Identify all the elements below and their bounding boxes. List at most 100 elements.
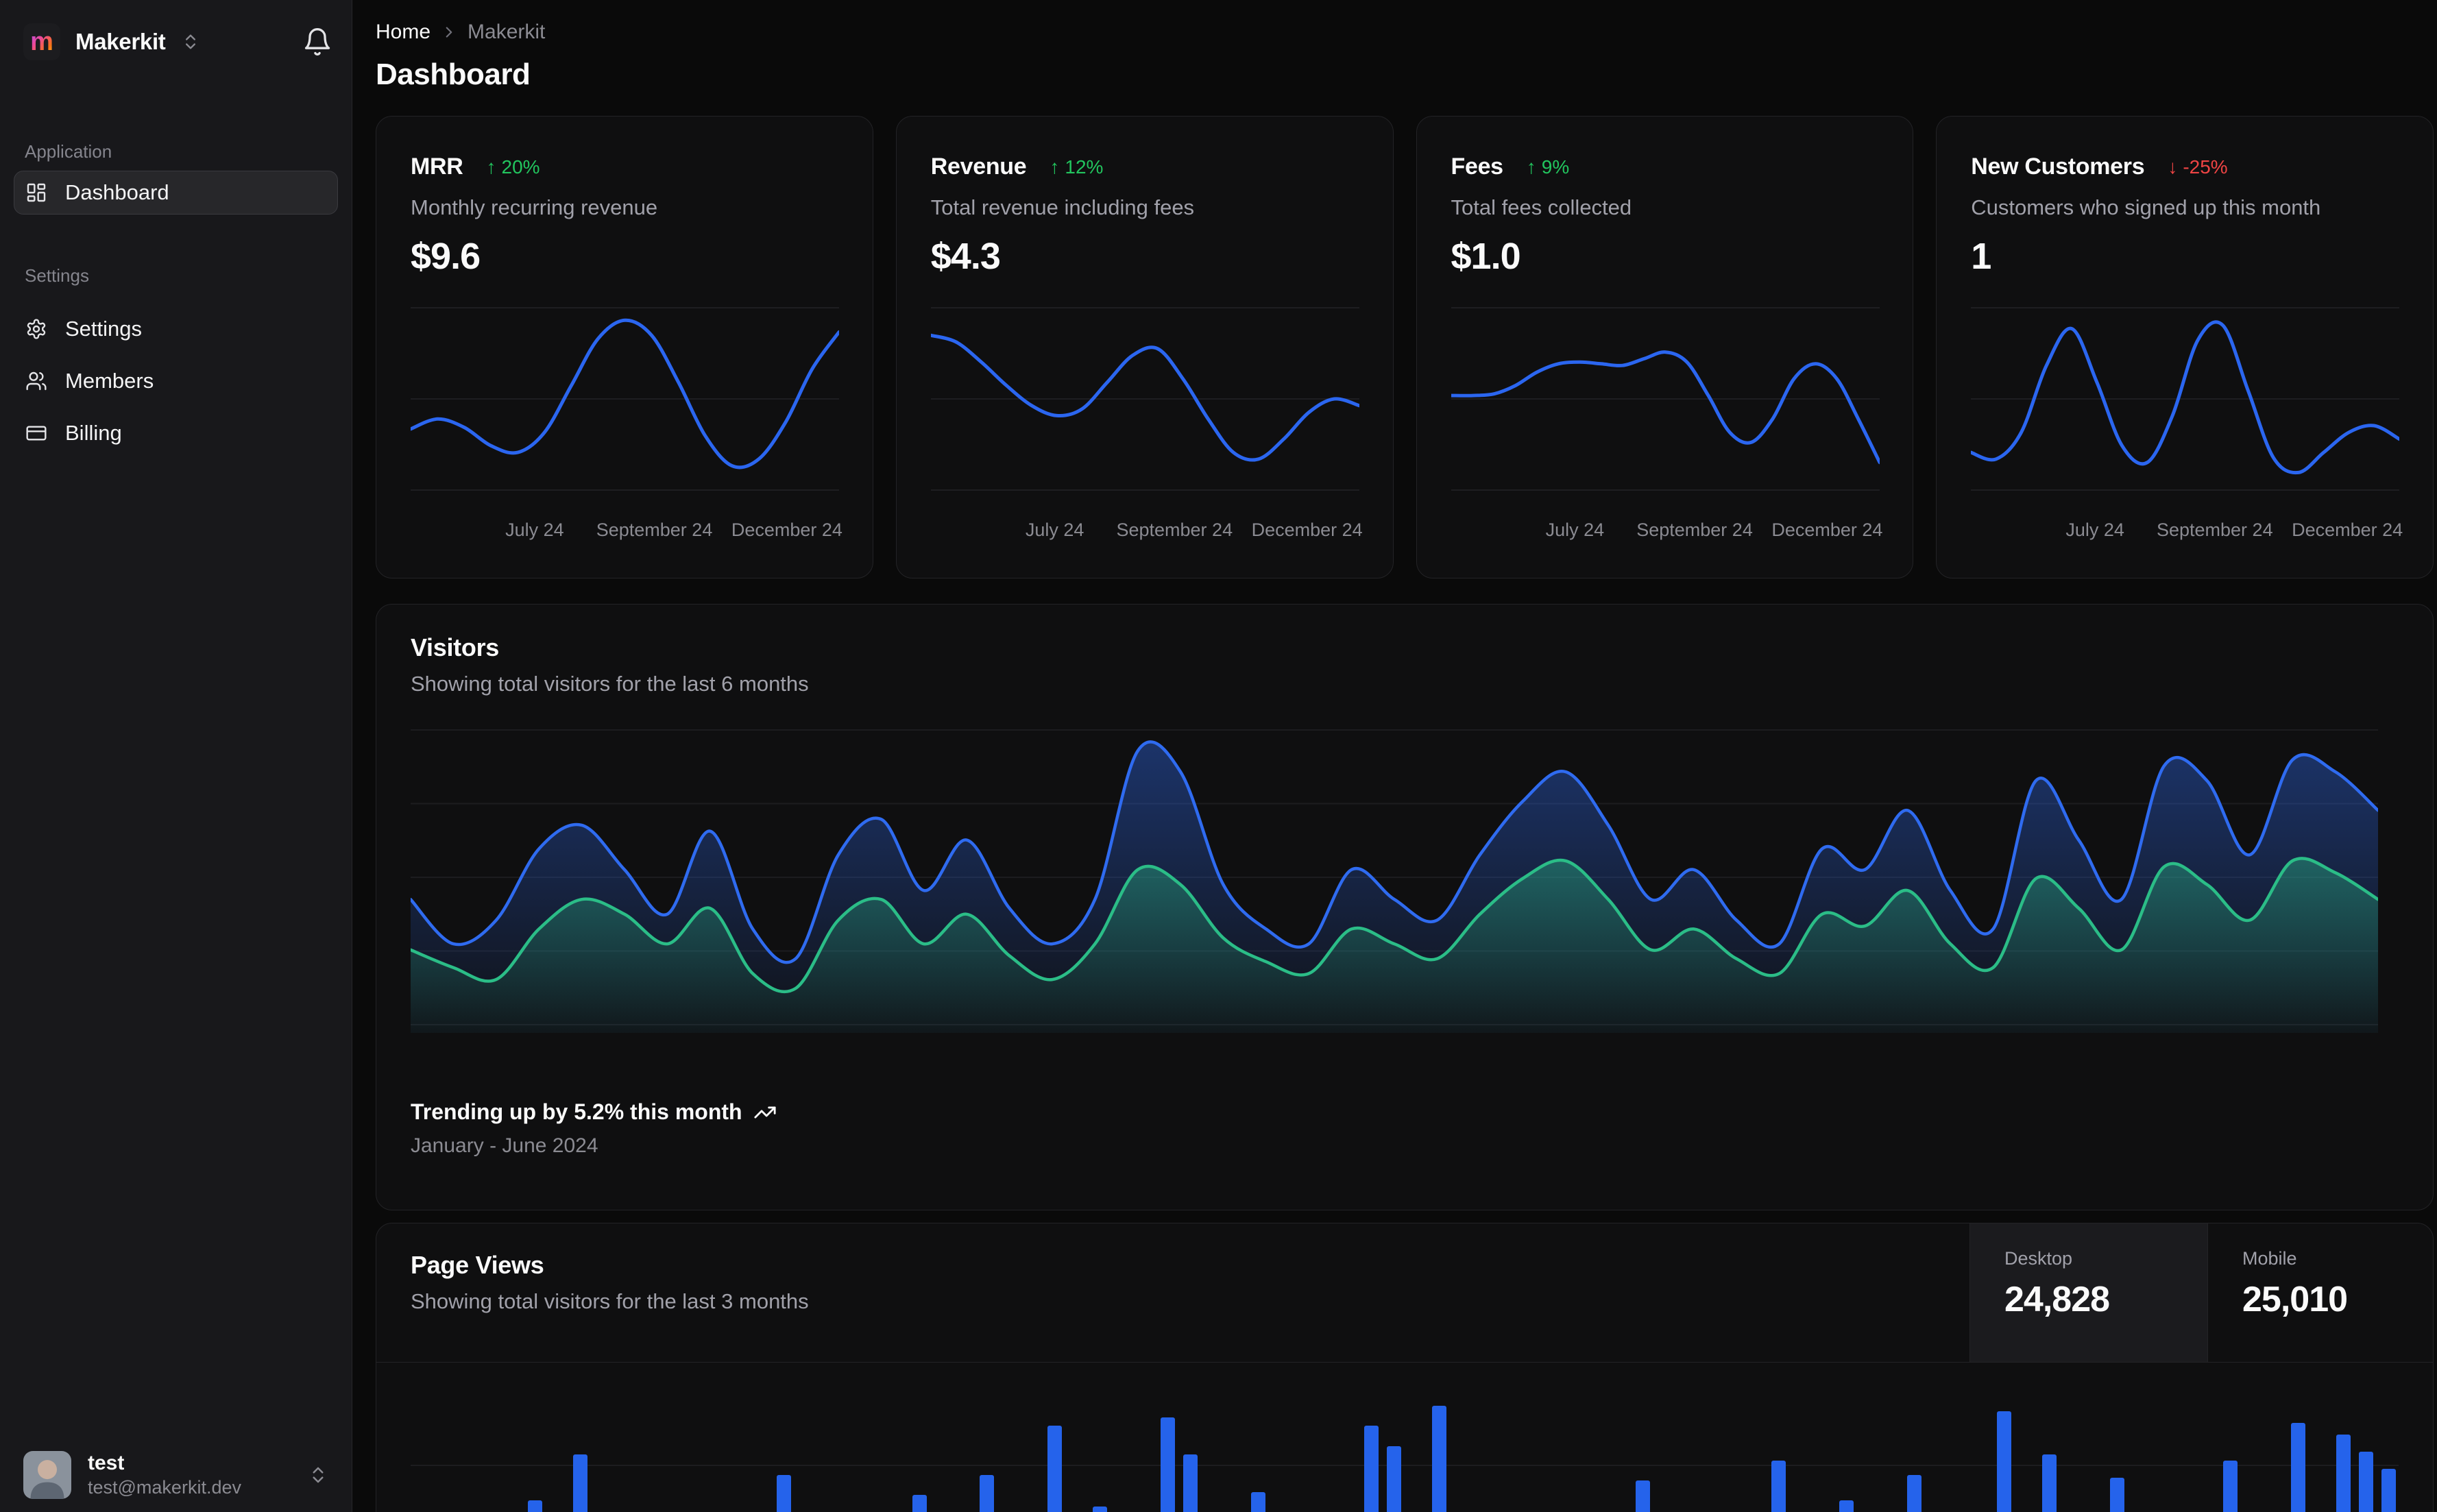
x-tick: September 24 [1636,520,1753,540]
chart-gridline [411,1465,2399,1466]
bell-icon [302,27,332,57]
trend-change: -25% [2183,156,2228,178]
stat-description: Customers who signed up this month [1971,195,2321,219]
trend-arrow-icon: ↓ [2168,156,2178,178]
visitors-area-chart[interactable] [411,729,2378,1036]
mrr-sparkline-chart[interactable] [411,307,839,491]
bar [1771,1461,1786,1512]
x-tick: July 24 [1025,520,1084,540]
visitors-trend-text: Trending up by 5.2% this month [411,1099,742,1124]
trend-change: 9% [1541,156,1570,178]
bar [1906,1475,1921,1512]
stat-card-new-customers: New Customers ↓ -25% Customers who signe… [1936,116,2434,578]
mobile-value: 25,010 [2242,1280,2348,1319]
user-meta: test test@makerkit.dev [88,1450,241,1499]
x-tick: July 24 [2065,520,2124,540]
bar [1839,1500,1854,1512]
user-avatar [23,1451,71,1499]
stat-description: Total fees collected [1451,195,1632,219]
new-customers-sparkline-chart[interactable] [1971,307,2400,491]
trend-badge: ↑ 9% [1527,156,1569,178]
x-axis-labels: July 24 September 24 December 24 [1451,520,1883,547]
x-tick: July 24 [1545,520,1605,540]
trend-change: 12% [1065,156,1104,178]
trend-badge: ↓ -25% [2168,156,2227,178]
trend-change: 20% [501,156,540,178]
trend-arrow-icon: ↑ [1050,156,1060,178]
stat-title: Revenue [930,154,1027,180]
stat-card-mrr: MRR ↑ 20% Monthly recurring revenue $9.6… [376,116,873,578]
user-name: test [88,1452,125,1475]
user-menu[interactable]: test test@makerkit.dev [0,1438,352,1512]
workspace-switcher[interactable]: m Makerkit [23,23,200,60]
stat-card-fees: Fees ↑ 9% Total fees collected $1.0 July… [1416,116,1914,578]
page-views-card: Page Views Showing total visitors for th… [376,1223,2434,1512]
x-tick: September 24 [2156,520,2273,540]
sidebar-item-label: Members [65,369,154,393]
visitors-card: Visitors Showing total visitors for the … [376,604,2434,1210]
sidebar-item-label: Settings [65,317,143,341]
chevrons-up-down-icon [308,1465,328,1485]
nav-section-application: Application [25,141,112,162]
chevrons-up-down-icon [181,32,200,51]
desktop-label: Desktop [2004,1248,2073,1269]
page-views-title: Page Views [411,1251,544,1279]
stat-value: $9.6 [411,236,481,277]
notifications-bell-button[interactable] [302,27,332,57]
fees-sparkline-chart[interactable] [1451,307,1880,491]
mobile-stat-toggle[interactable]: Mobile 25,010 [2207,1223,2433,1362]
page-views-bar-chart[interactable] [411,1365,2399,1512]
bar [1364,1426,1379,1512]
page-views-header: Page Views Showing total visitors for th… [376,1223,2433,1363]
bar [1047,1426,1063,1512]
bar [2336,1435,2351,1512]
makerkit-logo-letter: m [30,27,53,56]
bar [980,1475,995,1512]
revenue-sparkline-chart[interactable] [930,307,1359,491]
stat-value: 1 [1971,236,1991,277]
trend-badge: ↑ 20% [487,156,540,178]
bar [572,1454,587,1512]
bar [912,1495,927,1512]
x-tick: December 24 [731,520,842,540]
bar [2042,1454,2057,1512]
visitors-date-range: January - June 2024 [411,1134,598,1157]
sidebar-item-dashboard[interactable]: Dashboard [14,171,338,215]
nav-section-settings: Settings [25,265,89,286]
mobile-label: Mobile [2242,1248,2297,1269]
x-tick: September 24 [596,520,713,540]
trend-arrow-icon: ↑ [1526,156,1536,178]
makerkit-logo: m [23,23,60,60]
main-content: Home Makerkit Dashboard MRR ↑ 20% Monthl… [352,0,2437,1512]
stat-title: New Customers [1971,154,2145,180]
bar [2291,1423,2306,1512]
page-views-subtitle: Showing total visitors for the last 3 mo… [411,1289,809,1313]
x-tick: December 24 [1771,520,1883,540]
dashboard-grid-icon [25,182,47,204]
bar [2359,1452,2373,1512]
chevron-right-icon [440,23,458,41]
visitors-footer: Trending up by 5.2% this month January -… [411,1099,777,1158]
x-axis-labels: July 24 September 24 December 24 [1971,520,2403,547]
sidebar-item-label: Billing [65,421,122,445]
page-title: Dashboard [376,58,531,91]
sidebar-item-members[interactable]: Members [14,359,338,403]
desktop-value: 24,828 [2004,1280,2110,1319]
stat-title: Fees [1451,154,1504,180]
stat-value: $1.0 [1451,236,1521,277]
bar [2381,1469,2396,1512]
stat-value: $4.3 [930,236,1001,277]
breadcrumb-home-link[interactable]: Home [376,21,431,44]
trend-arrow-icon: ↑ [486,156,496,178]
desktop-stat-toggle[interactable]: Desktop 24,828 [1969,1223,2207,1362]
stat-card-revenue: Revenue ↑ 12% Total revenue including fe… [895,116,1394,578]
credit-card-icon [25,422,47,444]
sidebar-header: m Makerkit [0,0,352,60]
bar [1251,1492,1266,1512]
sidebar-item-settings[interactable]: Settings [14,307,338,351]
sidebar-item-billing[interactable]: Billing [14,411,338,455]
x-axis-labels: July 24 September 24 December 24 [411,520,842,547]
trending-up-icon [753,1101,777,1124]
stat-description: Total revenue including fees [930,195,1195,219]
bar [1997,1411,2012,1512]
